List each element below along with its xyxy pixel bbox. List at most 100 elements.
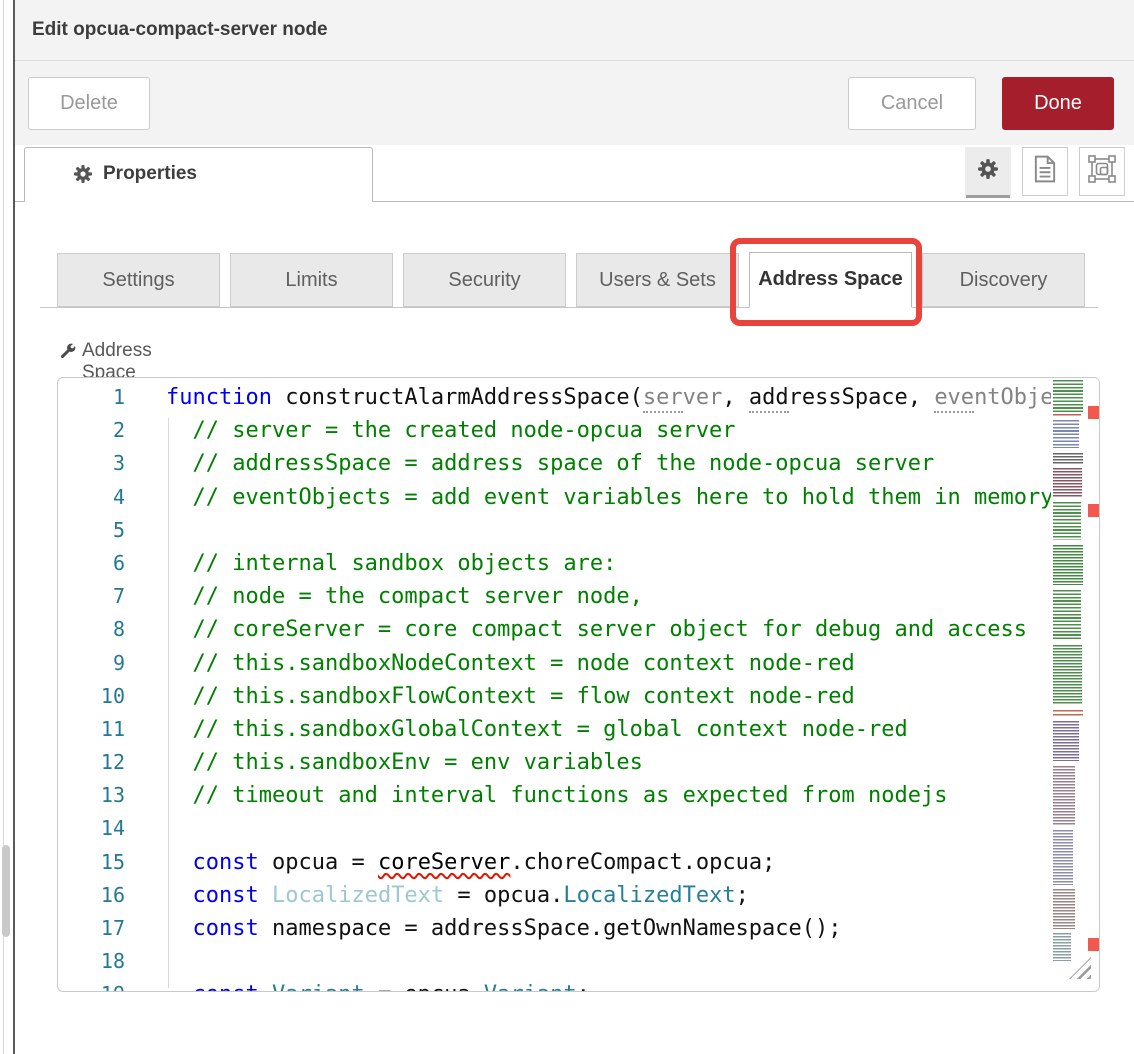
code-token	[259, 982, 272, 992]
code-line[interactable]: // internal sandbox objects are:	[166, 547, 1051, 580]
code-token: opcua =	[259, 850, 378, 875]
code-token: Variant	[272, 982, 365, 992]
code-line[interactable]: // timeout and interval functions as exp…	[166, 779, 1051, 812]
minimap-code-block	[1053, 710, 1083, 718]
code-line[interactable]: const namespace = addressSpace.getOwnNam…	[166, 912, 1051, 945]
code-line[interactable]: // this.sandboxNodeContext = node contex…	[166, 647, 1051, 680]
minimap-code-block	[1053, 545, 1083, 585]
code-token: const	[193, 850, 259, 875]
tab-properties[interactable]: Properties	[24, 147, 373, 202]
line-number: 3	[58, 447, 125, 480]
line-number: 8	[58, 613, 125, 646]
code-token: ser	[643, 385, 683, 413]
code-line[interactable]: function constructAlarmAddressSpace(serv…	[166, 381, 1051, 414]
editor-line-numbers: 12345678910111213141516171819	[58, 381, 125, 992]
minimap-code-block	[1053, 420, 1079, 448]
line-number: 14	[58, 812, 125, 845]
code-token	[166, 750, 193, 775]
page-left-gutter	[0, 0, 13, 1054]
line-number: 1	[58, 381, 125, 414]
tab-settings[interactable]: Settings	[57, 253, 220, 307]
code-line[interactable]: const LocalizedText = opcua.LocalizedTex…	[166, 879, 1051, 912]
line-number: 4	[58, 481, 125, 514]
minimap-code-block	[1053, 468, 1082, 498]
code-token: const	[193, 883, 259, 908]
minimap-code-block	[1053, 933, 1071, 961]
dialog-panel: Edit opcua-compact-server node Delete Ca…	[13, 0, 1134, 1054]
cancel-button[interactable]: Cancel	[848, 77, 976, 130]
code-token: // this.sandboxGlobalContext = global co…	[193, 717, 908, 742]
code-token: constructAlarmAddressSpace(	[272, 385, 643, 410]
code-token	[166, 783, 193, 808]
document-icon	[1033, 155, 1057, 188]
code-line[interactable]: // coreServer = core compact server obje…	[166, 613, 1051, 646]
code-line[interactable]: // addressSpace = address space of the n…	[166, 447, 1051, 480]
code-token: // addressSpace = address space of the n…	[193, 451, 935, 476]
code-line[interactable]	[166, 812, 1051, 845]
line-number: 10	[58, 680, 125, 713]
minimap-code-block	[1053, 502, 1081, 540]
gear-icon	[73, 164, 93, 189]
code-token	[166, 883, 193, 908]
delete-button[interactable]: Delete	[28, 77, 150, 130]
node-appearance-icon-button[interactable]	[1079, 147, 1125, 196]
appearance-icon	[1088, 155, 1116, 188]
tab-discovery[interactable]: Discovery	[922, 253, 1085, 307]
code-editor[interactable]: 12345678910111213141516171819 function c…	[57, 377, 1100, 992]
tab-address-space[interactable]: Address Space	[749, 252, 912, 308]
code-token	[259, 883, 272, 908]
dialog-title: Edit opcua-compact-server node	[32, 19, 328, 41]
code-token: coreServer	[378, 850, 510, 875]
code-line[interactable]	[166, 514, 1051, 547]
code-line[interactable]: // this.sandboxFlowContext = flow contex…	[166, 680, 1051, 713]
code-line[interactable]: const Variant = opcua.Variant;	[166, 978, 1051, 992]
edit-node-dialog: Edit opcua-compact-server node Delete Ca…	[0, 0, 1134, 1054]
line-number: 12	[58, 746, 125, 779]
code-token: Variant	[484, 982, 577, 992]
code-line[interactable]: // eventObjects = add event variables he…	[166, 481, 1051, 514]
minimap-code-block	[1053, 380, 1083, 413]
node-properties-icon-button[interactable]	[965, 147, 1011, 196]
code-token: ;	[577, 982, 590, 992]
node-description-icon-button[interactable]	[1022, 147, 1068, 196]
line-number: 2	[58, 414, 125, 447]
code-token	[166, 850, 193, 875]
code-token: // this.sandboxNodeContext = node contex…	[193, 651, 855, 676]
code-line[interactable]: // this.sandboxGlobalContext = global co…	[166, 713, 1051, 746]
code-line[interactable]: // this.sandboxEnv = env variables	[166, 746, 1051, 779]
line-number: 15	[58, 846, 125, 879]
done-button[interactable]: Done	[1002, 77, 1114, 130]
code-token: ;	[736, 883, 749, 908]
tab-limits[interactable]: Limits	[230, 253, 393, 307]
editor-minimap[interactable]	[1051, 378, 1085, 991]
code-line[interactable]	[166, 945, 1051, 978]
error-marker	[1088, 504, 1100, 517]
dialog-button-row: Delete Cancel Done	[15, 61, 1134, 145]
code-lines[interactable]: function constructAlarmAddressSpace(serv…	[166, 381, 1051, 992]
code-line[interactable]: // server = the created node-opcua serve…	[166, 414, 1051, 447]
code-token: function	[166, 385, 272, 410]
minimap-code-block	[1053, 414, 1081, 419]
dialog-header: Edit opcua-compact-server node	[15, 0, 1134, 61]
code-token: ver	[683, 385, 723, 410]
tab-users-sets[interactable]: Users & Sets	[576, 253, 739, 307]
code-token	[166, 451, 193, 476]
tab-security[interactable]: Security	[403, 253, 566, 307]
properties-tab-label: Properties	[103, 163, 197, 185]
code-token: = opcua.	[444, 883, 563, 908]
code-token: // eventObjects = add event variables he…	[193, 485, 1052, 510]
code-token	[166, 684, 193, 709]
minimap-code-block	[1053, 721, 1079, 761]
code-token	[166, 485, 193, 510]
page-scrollbar-thumb[interactable]	[2, 845, 10, 937]
wrench-icon	[57, 341, 78, 368]
code-token	[166, 584, 193, 609]
code-token	[166, 982, 193, 992]
code-token: ntObjects	[974, 385, 1051, 410]
code-token: ,	[908, 385, 935, 410]
code-line[interactable]: const opcua = coreServer.choreCompact.op…	[166, 846, 1051, 879]
properties-strip: Properties	[15, 145, 1134, 202]
code-token: ,	[722, 385, 749, 410]
line-number: 11	[58, 713, 125, 746]
code-line[interactable]: // node = the compact server node,	[166, 580, 1051, 613]
